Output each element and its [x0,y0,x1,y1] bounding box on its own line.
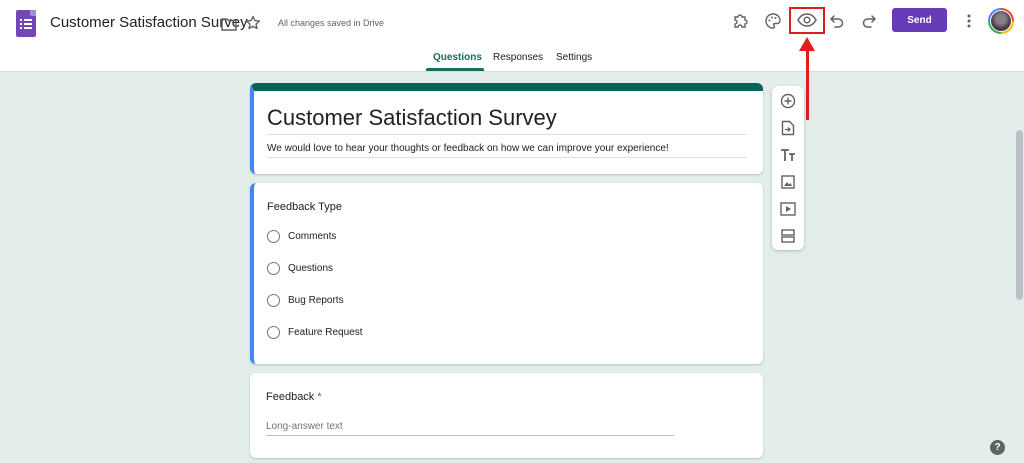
annotation-arrow-shaft [806,48,809,120]
divider [267,157,747,158]
form-title[interactable]: Customer Satisfaction Survey [267,105,557,131]
redo-icon[interactable] [857,9,881,33]
tab-settings[interactable]: Settings [556,52,592,63]
more-vert-icon[interactable] [957,9,981,33]
long-answer-placeholder: Long-answer text [266,421,343,432]
required-asterisk: * [317,391,322,403]
question-card-feedback-type[interactable]: Feedback Type Comments Questions Bug Rep… [250,183,763,364]
palette-icon[interactable] [761,9,785,33]
add-image-icon[interactable] [778,172,798,192]
active-tab-indicator [426,68,484,71]
question-title-text: Feedback [266,391,315,403]
add-section-icon[interactable] [778,226,798,246]
send-button[interactable]: Send [892,8,947,32]
google-forms-icon[interactable] [16,10,36,37]
tab-responses[interactable]: Responses [493,52,543,63]
option-questions[interactable]: Questions [267,261,333,275]
avatar[interactable] [988,8,1014,34]
form-header-card[interactable]: Customer Satisfaction Survey We would lo… [250,83,763,174]
add-title-icon[interactable] [778,145,798,165]
addon-puzzle-icon[interactable] [729,9,753,33]
folder-icon[interactable] [217,12,241,36]
question-title[interactable]: Feedback Type [267,201,342,213]
question-title[interactable]: Feedback * [266,391,322,403]
divider [267,134,747,135]
scrollbar[interactable] [1016,130,1023,300]
option-label: Questions [288,262,334,274]
tab-questions[interactable]: Questions [433,52,482,63]
annotation-arrow-head [799,37,815,51]
option-label: Feature Request [288,326,363,338]
help-icon[interactable]: ? [990,440,1005,455]
option-bug-reports[interactable]: Bug Reports [267,293,344,307]
radio-button[interactable] [267,229,280,243]
option-label: Comments [288,230,337,242]
answer-underline [266,435,674,436]
radio-button[interactable] [267,293,280,307]
star-icon[interactable] [241,11,265,35]
floating-toolbar [772,86,804,250]
form-description[interactable]: We would love to hear your thoughts or f… [267,143,669,154]
radio-button[interactable] [267,325,280,339]
import-questions-icon[interactable] [778,118,798,138]
save-status: All changes saved in Drive [278,18,385,28]
radio-button[interactable] [267,261,280,275]
question-card-feedback[interactable]: Feedback * Long-answer text [250,373,763,458]
undo-icon[interactable] [825,9,849,33]
add-question-icon[interactable] [778,91,798,111]
option-label: Bug Reports [288,294,344,306]
preview-highlight-annotation [789,7,825,34]
top-bar: Customer Satisfaction Survey All changes… [0,0,1024,72]
add-video-icon[interactable] [778,199,798,219]
option-comments[interactable]: Comments [267,229,336,243]
option-feature-request[interactable]: Feature Request [267,325,363,339]
